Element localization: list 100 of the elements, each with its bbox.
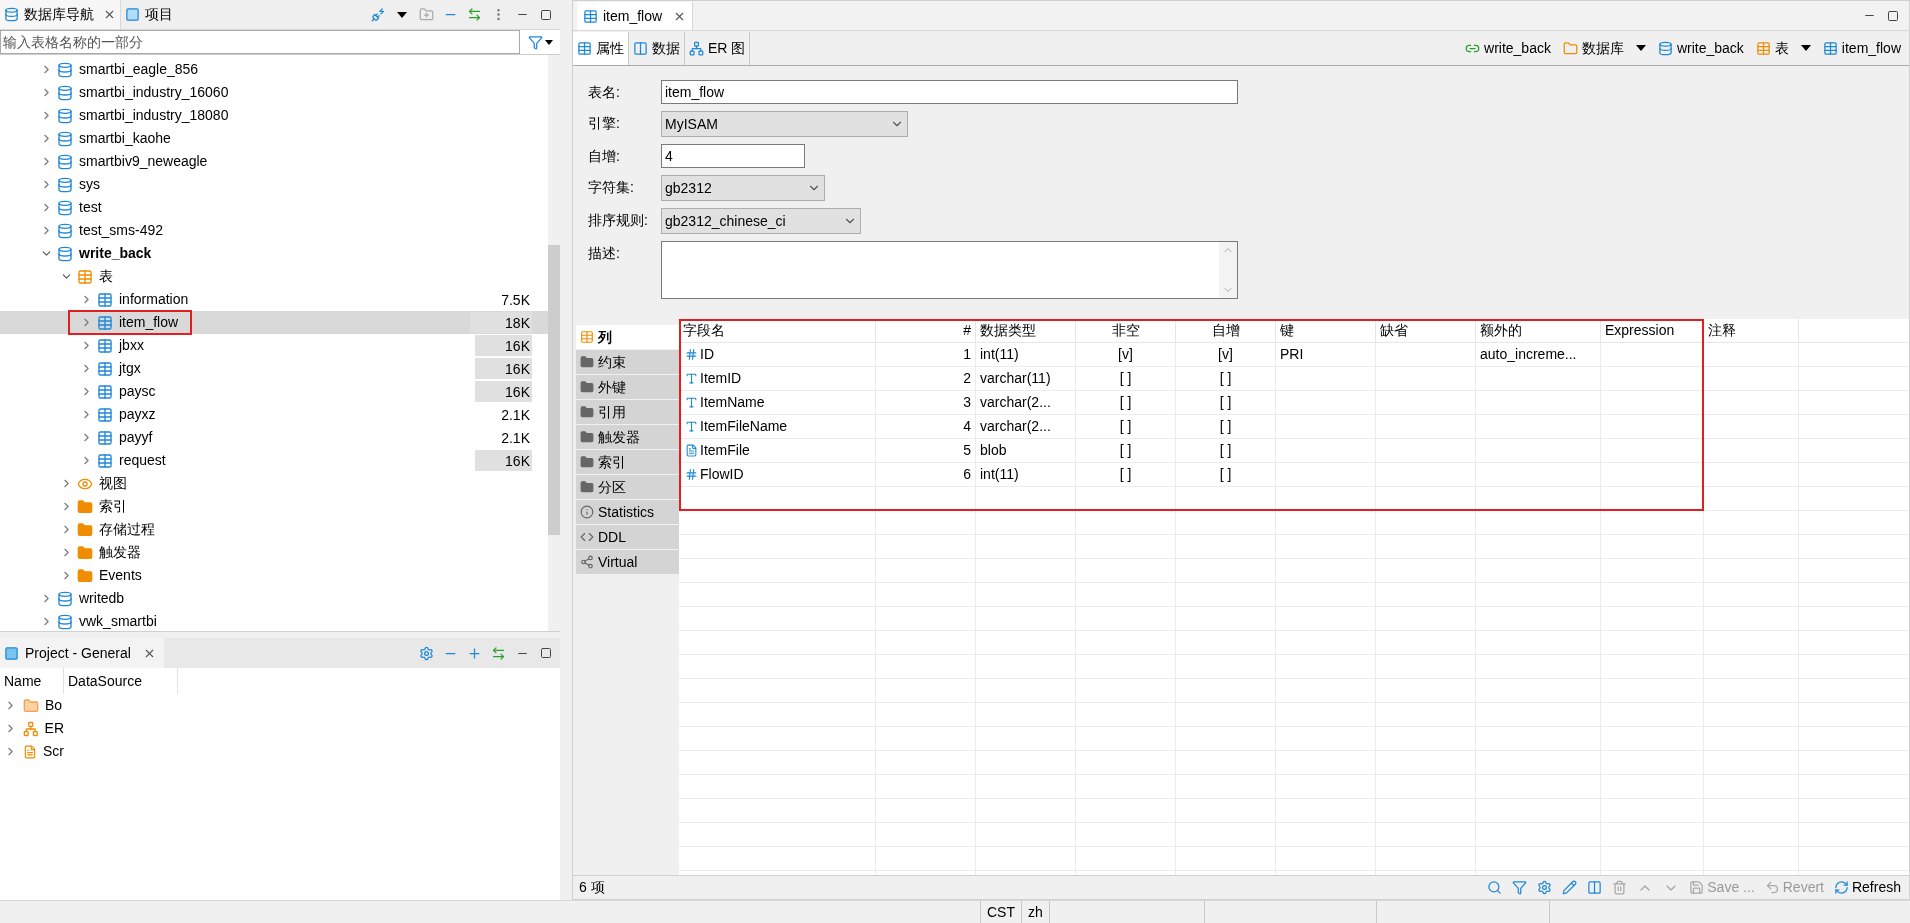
side-tab[interactable]: Virtual xyxy=(576,550,679,575)
column-header[interactable]: 额外的 xyxy=(1476,319,1601,342)
size-label: 16K xyxy=(505,383,530,402)
tree-item[interactable]: sys xyxy=(0,173,548,196)
dropdown-field[interactable]: gb2312 xyxy=(661,175,825,201)
tree-item[interactable]: payxz 2.1K xyxy=(0,403,548,426)
size-label: 16K xyxy=(505,452,530,471)
tree-item[interactable]: test_sms-492 xyxy=(0,219,548,242)
side-tab[interactable]: 列 xyxy=(576,325,679,350)
search-icon xyxy=(1487,880,1503,895)
folder-icon xyxy=(77,521,93,538)
tree-label: request xyxy=(119,451,166,470)
tree-item[interactable]: smartbi_kaohe xyxy=(0,127,548,150)
table-cell: [ ] xyxy=(1076,463,1176,486)
breadcrumb-item[interactable]: 数据库 xyxy=(1562,37,1624,59)
breadcrumb-item[interactable]: 表 xyxy=(1755,37,1789,59)
column-header[interactable]: 字段名 xyxy=(679,319,876,342)
tree-item[interactable]: test xyxy=(0,196,548,219)
tree-item[interactable]: Events xyxy=(0,564,548,587)
settings-icon xyxy=(1537,880,1553,895)
tree-item[interactable]: request 16K xyxy=(0,449,548,472)
panel-tab[interactable]: 项目 xyxy=(121,0,177,29)
tree-item[interactable]: paysc 16K xyxy=(0,380,548,403)
column-header[interactable]: DataSource xyxy=(64,668,178,694)
table-cell: 6 xyxy=(876,463,976,486)
tree-item[interactable]: jbxx 16K xyxy=(0,334,548,357)
table-cell: 3 xyxy=(876,391,976,414)
dropdown-icon[interactable] xyxy=(1635,45,1646,51)
side-tab[interactable]: 外键 xyxy=(576,375,679,400)
pencil-icon xyxy=(1562,880,1578,895)
tree-label: 视图 xyxy=(99,474,127,493)
tree-label: Scr xyxy=(43,742,64,761)
column-header[interactable]: 数据类型 xyxy=(976,319,1076,342)
number-type-icon xyxy=(685,468,698,481)
tree-item[interactable]: smartbi_eagle_856 xyxy=(0,58,548,81)
tree-item[interactable]: writedb xyxy=(0,587,548,610)
side-tab[interactable]: DDL xyxy=(576,525,679,550)
dropdown-icon[interactable] xyxy=(1800,45,1811,51)
column-header[interactable]: 非空 xyxy=(1076,319,1176,342)
binary-type-icon xyxy=(685,444,698,457)
column-header[interactable]: 键 xyxy=(1276,319,1376,342)
tree-item[interactable]: write_back xyxy=(0,242,548,265)
tree-label: Bo xyxy=(45,696,63,715)
tree-item[interactable]: 视图 xyxy=(0,472,548,495)
dropdown-field[interactable]: MyISAM xyxy=(661,111,908,137)
tree-item[interactable]: 触发器 xyxy=(0,541,548,564)
table-cell: ID xyxy=(679,343,876,366)
column-header[interactable]: 自增 xyxy=(1176,319,1276,342)
tree-item[interactable]: smartbiv9_neweagle xyxy=(0,150,548,173)
tree-label: writedb xyxy=(79,589,125,608)
table-cell: blob xyxy=(976,439,1076,462)
breadcrumb-item[interactable]: item_flow xyxy=(1822,37,1901,59)
filter-field[interactable]: 输入表格名称的一部分 xyxy=(0,30,520,54)
tree-item[interactable]: jtgx 16K xyxy=(0,357,548,380)
refresh-button[interactable]: Refresh xyxy=(1831,876,1903,899)
window-icon xyxy=(4,645,19,661)
scrollbar[interactable] xyxy=(548,55,560,631)
table-cell: int(11) xyxy=(976,343,1076,366)
tab-label: 数据库导航 xyxy=(24,5,94,24)
text-field[interactable]: item_flow xyxy=(661,80,1238,104)
table-cell: [v] xyxy=(1176,343,1276,366)
close-icon[interactable] xyxy=(103,8,116,21)
side-tab[interactable]: Statistics xyxy=(576,500,679,525)
tree-item[interactable]: smartbi_industry_16060 xyxy=(0,81,548,104)
panel-tab[interactable]: Project - General xyxy=(0,638,164,668)
column-header[interactable]: 缺省 xyxy=(1376,319,1476,342)
tree-item[interactable]: information 7.5K xyxy=(0,288,548,311)
table-icon xyxy=(97,291,113,308)
side-tab[interactable]: 索引 xyxy=(576,450,679,475)
text-field[interactable]: 4 xyxy=(661,144,805,168)
column-header[interactable]: Expression xyxy=(1601,319,1704,342)
column-header[interactable]: 注释 xyxy=(1704,319,1799,342)
tree-item[interactable]: smartbi_industry_18080 xyxy=(0,104,548,127)
panel-tab[interactable]: 数据库导航 xyxy=(0,0,121,29)
breadcrumb-item[interactable]: write_back xyxy=(1657,37,1744,59)
tree-label: information xyxy=(119,290,189,309)
side-tab[interactable]: 分区 xyxy=(576,475,679,500)
table-cell: varchar(11) xyxy=(976,367,1076,390)
tree-item[interactable]: 存储过程 xyxy=(0,518,548,541)
side-tab[interactable]: 触发器 xyxy=(576,425,679,450)
column-header[interactable]: Name xyxy=(0,668,64,694)
tree-item[interactable]: ER xyxy=(0,717,64,740)
tree-label: 索引 xyxy=(99,497,127,516)
side-tab[interactable]: 约束 xyxy=(576,350,679,375)
breadcrumb-item[interactable]: write_back xyxy=(1465,37,1551,59)
tree-item[interactable]: 索引 xyxy=(0,495,548,518)
tree-item[interactable]: 表 xyxy=(0,265,548,288)
dropdown-field[interactable]: gb2312_chinese_ci xyxy=(661,208,861,234)
column-header[interactable]: # xyxy=(876,319,976,342)
table-cell: 4 xyxy=(876,415,976,438)
tree-item[interactable]: payyf 2.1K xyxy=(0,426,548,449)
tree-item[interactable]: Bo xyxy=(0,694,64,717)
tree-item[interactable]: vwk_smartbi xyxy=(0,610,548,631)
tree-label: Events xyxy=(99,566,142,585)
side-tab[interactable]: 引用 xyxy=(576,400,679,425)
tree-item[interactable]: Scr xyxy=(0,740,64,763)
text-type-icon xyxy=(685,372,698,385)
editor-tab[interactable]: item_flow xyxy=(577,2,694,30)
editor-subtab[interactable]: 属性 xyxy=(573,32,629,65)
tree-item[interactable]: item_flow 18K xyxy=(0,311,548,334)
